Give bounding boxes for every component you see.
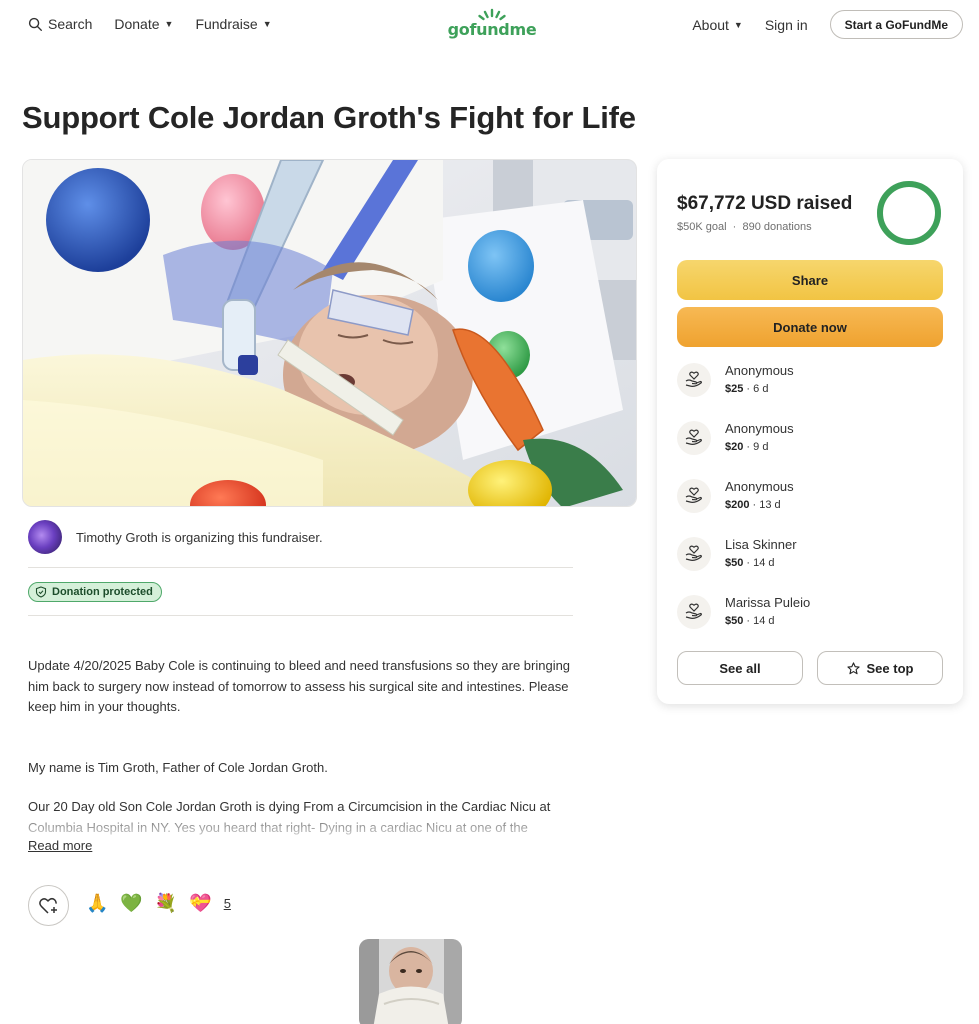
about-menu-label: About	[692, 16, 729, 33]
donor-amount-time: $50 · 14 d	[725, 557, 775, 569]
donor-time: 9 d	[753, 441, 769, 453]
header-nav-right: About ▼ Sign in Start a GoFundMe	[692, 10, 963, 39]
donor-time: 6 d	[753, 383, 769, 395]
reactions-row[interactable]: 🙏 💚 💐 💝 5	[86, 893, 231, 914]
donor-name: Anonymous	[725, 479, 794, 494]
update-photo[interactable]	[359, 939, 462, 1024]
logo-wordmark: gofundme	[447, 20, 537, 39]
story-intro-paragraph: My name is Tim Groth, Father of Cole Jor…	[28, 760, 328, 775]
donor-name: Anonymous	[725, 363, 794, 378]
donor-time: 14 d	[753, 557, 775, 569]
divider	[28, 615, 573, 616]
see-all-button[interactable]: See all	[677, 651, 803, 685]
organizer-text: Timothy Groth is organizing this fundrai…	[76, 529, 323, 545]
donor-row: Lisa Skinner $50 · 14 d	[677, 535, 943, 579]
start-gofundme-button[interactable]: Start a GoFundMe	[829, 10, 963, 39]
read-more-link[interactable]: Read more	[28, 838, 92, 853]
donor-amount: $50	[725, 615, 744, 627]
see-top-button[interactable]: See top	[817, 651, 943, 685]
search-label: Search	[48, 16, 93, 32]
donate-now-button[interactable]: Donate now	[677, 307, 943, 347]
badge-label: Donation protected	[52, 586, 153, 598]
amount-raised: $67,772 USD raised	[677, 193, 853, 214]
page-title: Support Cole Jordan Groth's Fight for Li…	[22, 100, 636, 135]
donor-amount-time: $200 · 13 d	[725, 499, 781, 511]
donation-hand-heart-icon	[677, 363, 711, 397]
donor-amount-time: $20 · 9 d	[725, 441, 769, 453]
donor-name: Lisa Skinner	[725, 537, 797, 552]
donor-amount: $20	[725, 441, 744, 453]
avatar[interactable]	[28, 520, 62, 554]
story-fade-overlay	[28, 818, 578, 840]
search-link[interactable]: Search	[28, 16, 92, 32]
chevron-down-icon: ▼	[733, 19, 743, 30]
site-header: Search Donate ▼ Fundraise ▼ gofundme Abo…	[0, 0, 979, 50]
donor-row: Marissa Puleio $50 · 14 d	[677, 593, 943, 637]
hero-image[interactable]	[22, 159, 637, 507]
donor-row: Anonymous $20 · 9 d	[677, 419, 943, 463]
gofundme-logo[interactable]: gofundme	[446, 8, 538, 42]
donor-name: Marissa Puleio	[725, 595, 811, 610]
divider	[28, 567, 573, 568]
shield-icon	[35, 586, 47, 598]
green-heart-icon: 💚	[120, 893, 143, 913]
story-update-paragraph: Update 4/20/2025 Baby Cole is continuing…	[28, 658, 571, 714]
fundraise-menu[interactable]: Fundraise ▼	[195, 16, 271, 32]
header-nav-left: Search Donate ▼ Fundraise ▼	[28, 16, 272, 32]
about-menu[interactable]: About ▼	[692, 17, 743, 33]
donation-protected-badge[interactable]: Donation protected	[28, 582, 162, 602]
goal-text: $50K goal	[677, 221, 727, 233]
donor-amount: $25	[725, 383, 744, 395]
donor-amount: $200	[725, 499, 750, 511]
donor-name: Anonymous	[725, 421, 794, 436]
reaction-count[interactable]: 5	[224, 896, 231, 911]
donation-count: 890 donations	[742, 221, 812, 233]
donate-menu[interactable]: Donate ▼	[114, 16, 173, 32]
sign-in-link[interactable]: Sign in	[765, 17, 808, 33]
donation-hand-heart-icon	[677, 421, 711, 455]
heart-plus-icon	[38, 897, 57, 914]
hero-photo	[23, 160, 636, 506]
add-reaction-button[interactable]	[28, 885, 69, 926]
goal-and-count: $50K goal · 890 donations	[677, 221, 812, 233]
donor-time: 14 d	[753, 615, 775, 627]
bouquet-icon: 💐	[154, 893, 178, 913]
donor-row: Anonymous $25 · 6 d	[677, 361, 943, 405]
dot-separator: ·	[729, 221, 740, 233]
fundraise-menu-label: Fundraise	[195, 16, 258, 32]
chevron-down-icon: ▼	[262, 19, 272, 29]
heart-ribbon-icon: 💝	[189, 893, 212, 913]
share-button[interactable]: Share	[677, 260, 943, 300]
donor-amount-time: $50 · 14 d	[725, 615, 775, 627]
donor-row: Anonymous $200 · 13 d	[677, 477, 943, 521]
star-icon	[846, 661, 860, 674]
donation-hand-heart-icon	[677, 537, 711, 571]
donor-time: 13 d	[759, 499, 781, 511]
search-icon	[28, 17, 43, 31]
organizer-row[interactable]: Timothy Groth is organizing this fundrai…	[28, 520, 323, 554]
see-top-label: See top	[866, 660, 914, 676]
donation-card: $67,772 USD raised $50K goal · 890 donat…	[657, 159, 963, 704]
chevron-down-icon: ▼	[164, 19, 174, 29]
donation-hand-heart-icon	[677, 479, 711, 513]
praying-hands-icon: 🙏	[86, 893, 109, 913]
progress-ring	[877, 181, 941, 245]
baby-photo	[359, 939, 462, 1024]
donation-hand-heart-icon	[677, 595, 711, 629]
donor-amount: $50	[725, 557, 744, 569]
donate-menu-label: Donate	[114, 16, 160, 32]
donor-amount-time: $25 · 6 d	[725, 383, 769, 395]
